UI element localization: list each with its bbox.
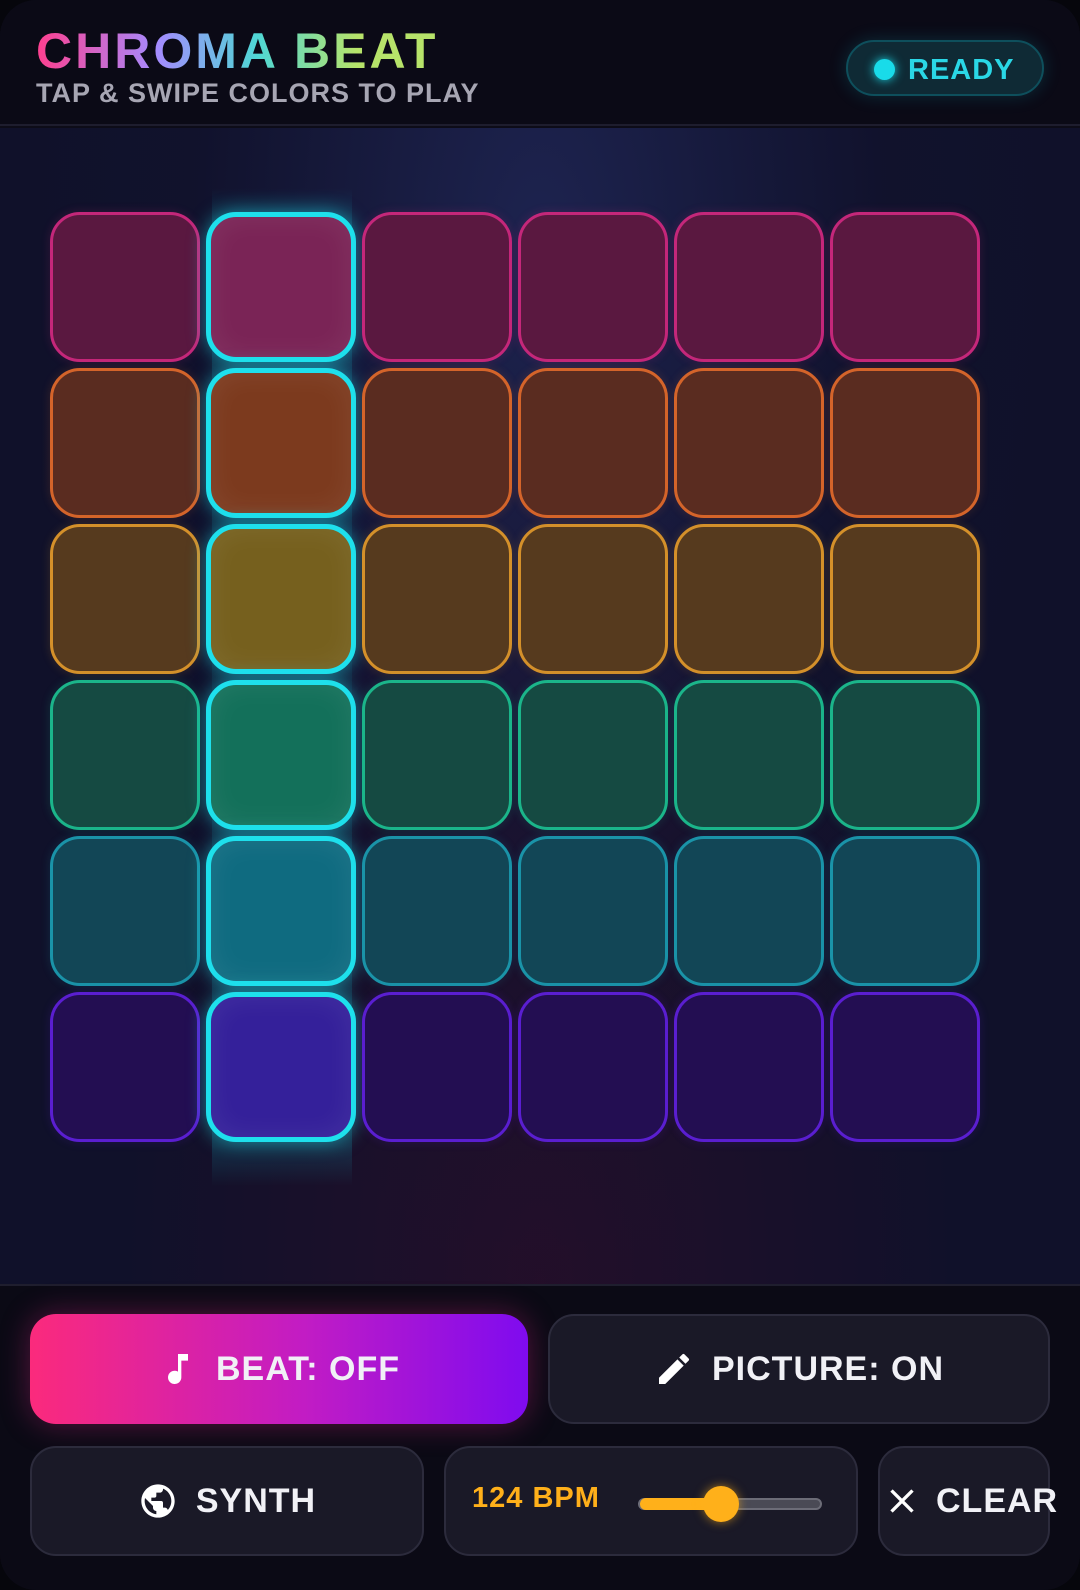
pad-violet-6[interactable]: [830, 992, 980, 1142]
pad-amber-3[interactable]: [362, 524, 512, 674]
synth-button[interactable]: SYNTH: [30, 1446, 424, 1556]
picture-toggle-button[interactable]: PICTURE: ON: [548, 1314, 1050, 1424]
pad-orange-4[interactable]: [518, 368, 668, 518]
close-icon: [882, 1481, 922, 1521]
tempo-slider[interactable]: [638, 1486, 822, 1522]
color-grid-board: [0, 128, 1080, 1284]
pad-pink-1[interactable]: [50, 212, 200, 362]
pad-green-2[interactable]: [206, 680, 356, 830]
globe-icon: [138, 1481, 178, 1521]
pad-pink-5[interactable]: [674, 212, 824, 362]
pad-green-4[interactable]: [518, 680, 668, 830]
synth-label: SYNTH: [195, 1481, 317, 1520]
pad-pink-4[interactable]: [518, 212, 668, 362]
pad-amber-2[interactable]: [206, 524, 356, 674]
status-text: READY: [908, 54, 1015, 86]
pad-orange-6[interactable]: [830, 368, 980, 518]
pad-teal-3[interactable]: [362, 836, 512, 986]
pad-teal-1[interactable]: [50, 836, 200, 986]
beat-toggle-label: BEAT: OFF: [215, 1349, 400, 1388]
bpm-value: 124 BPM: [472, 1482, 600, 1514]
pad-green-1[interactable]: [50, 680, 200, 830]
color-grid: [0, 128, 1080, 1284]
pad-teal-6[interactable]: [830, 836, 980, 986]
pad-amber-5[interactable]: [674, 524, 824, 674]
app-window: CHROMA BEAT TAP & SWIPE COLORS TO PLAY R…: [0, 0, 1080, 1590]
clear-label: CLEAR: [936, 1481, 1059, 1520]
control-panel: BEAT: OFF PICTURE: ON SYNTH 124 BPM CLEA…: [0, 1284, 1080, 1590]
pad-teal-5[interactable]: [674, 836, 824, 986]
app-title: CHROMA BEAT: [36, 23, 439, 79]
pad-pink-6[interactable]: [830, 212, 980, 362]
pad-violet-1[interactable]: [50, 992, 200, 1142]
pad-green-5[interactable]: [674, 680, 824, 830]
pad-orange-2[interactable]: [206, 368, 356, 518]
app-subtitle: TAP & SWIPE COLORS TO PLAY: [36, 78, 480, 108]
pad-orange-3[interactable]: [362, 368, 512, 518]
pad-teal-2[interactable]: [206, 836, 356, 986]
pad-amber-4[interactable]: [518, 524, 668, 674]
music-note-icon: [158, 1349, 198, 1389]
beat-toggle-button[interactable]: BEAT: OFF: [30, 1314, 528, 1424]
status-badge: READY: [846, 40, 1044, 96]
header: CHROMA BEAT TAP & SWIPE COLORS TO PLAY R…: [0, 0, 1080, 126]
pad-green-6[interactable]: [830, 680, 980, 830]
pad-teal-4[interactable]: [518, 836, 668, 986]
pencil-icon: [654, 1349, 694, 1389]
pad-amber-1[interactable]: [50, 524, 200, 674]
tempo-slider-thumb[interactable]: [703, 1486, 739, 1522]
pad-violet-4[interactable]: [518, 992, 668, 1142]
pad-amber-6[interactable]: [830, 524, 980, 674]
pad-orange-1[interactable]: [50, 368, 200, 518]
picture-toggle-label: PICTURE: ON: [712, 1349, 944, 1388]
pad-green-3[interactable]: [362, 680, 512, 830]
pad-orange-5[interactable]: [674, 368, 824, 518]
pad-violet-5[interactable]: [674, 992, 824, 1142]
pad-violet-3[interactable]: [362, 992, 512, 1142]
pad-pink-2[interactable]: [206, 212, 356, 362]
pad-pink-3[interactable]: [362, 212, 512, 362]
status-dot-icon: [874, 59, 895, 80]
tempo-control: 124 BPM: [444, 1446, 858, 1556]
clear-button[interactable]: CLEAR: [878, 1446, 1057, 1556]
pad-violet-2[interactable]: [206, 992, 356, 1142]
